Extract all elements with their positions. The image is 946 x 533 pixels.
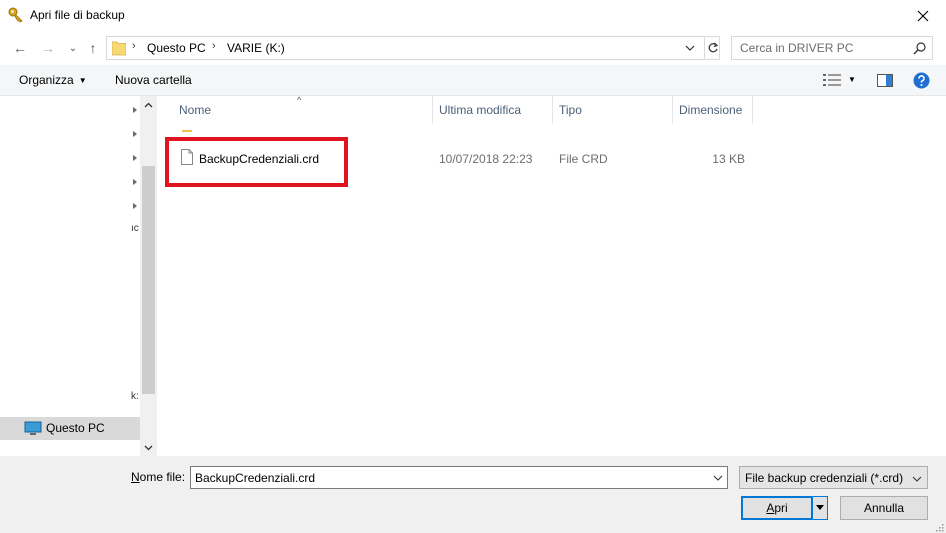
- breadcrumb-varie[interactable]: VARIE (K:): [227, 41, 285, 55]
- arrow-left-icon: ←: [13, 40, 27, 56]
- search-input[interactable]: Cerca in DRIVER PC: [731, 36, 933, 60]
- file-modified: 10/07/2018 22:23: [439, 152, 533, 166]
- filename-history-dropdown[interactable]: [713, 472, 723, 482]
- close-icon: [917, 10, 929, 21]
- navigation-scrollbar[interactable]: [140, 96, 157, 456]
- expand-arrow-icon[interactable]: [131, 151, 139, 161]
- chevron-down-icon: [713, 475, 723, 481]
- file-type: File CRD: [559, 152, 608, 166]
- cancel-button[interactable]: Annulla: [840, 496, 928, 520]
- new-folder-button[interactable]: Nuova cartella: [115, 73, 192, 87]
- change-view-button[interactable]: [823, 74, 841, 89]
- up-button[interactable]: ↑: [84, 39, 102, 57]
- nav-item-label: Questo PC: [46, 421, 105, 435]
- breadcrumb-separator: ›: [132, 40, 136, 52]
- address-history-dropdown[interactable]: [683, 41, 697, 55]
- nav-item-clipped[interactable]: k:: [131, 391, 139, 402]
- breadcrumb-separator: ›: [212, 40, 216, 52]
- file-type-filter-value: File backup credenziali (*.crd): [745, 471, 904, 485]
- open-options-dropdown[interactable]: [813, 497, 827, 519]
- folder-icon: [111, 40, 127, 56]
- recent-locations-button[interactable]: ⌄: [64, 39, 82, 57]
- nav-item-questo-pc[interactable]: Questo PC: [0, 417, 140, 440]
- expand-arrow-icon[interactable]: [131, 175, 139, 185]
- nav-item-clipped[interactable]: ıc: [131, 223, 139, 234]
- open-label: pri: [774, 501, 788, 515]
- resize-grip-icon[interactable]: [934, 521, 944, 532]
- open-button[interactable]: Apri: [742, 497, 813, 519]
- open-button-group: Apri: [741, 496, 828, 520]
- column-header-type[interactable]: Tipo: [553, 96, 673, 124]
- navigation-pane: ıc k: Questo PC: [0, 96, 140, 456]
- arrow-right-icon: →: [41, 40, 55, 56]
- preview-pane-button[interactable]: [877, 74, 893, 90]
- title-bar: Apri file di backup: [0, 0, 946, 31]
- filename-value: BackupCredenziali.crd: [195, 471, 316, 485]
- help-icon: [913, 72, 930, 89]
- expand-arrow-icon[interactable]: [131, 127, 139, 137]
- arrow-up-icon: ↑: [89, 40, 97, 56]
- computer-icon: [24, 421, 42, 436]
- chevron-down-icon: [144, 445, 153, 450]
- expand-arrow-icon[interactable]: [131, 103, 139, 113]
- search-icon: [913, 42, 926, 55]
- forward-button[interactable]: →: [39, 39, 57, 57]
- close-button[interactable]: [900, 0, 946, 31]
- column-header-modified[interactable]: Ultima modifica: [433, 96, 553, 124]
- filename-label-accesskey: N: [131, 470, 140, 484]
- preview-pane-icon: [877, 74, 893, 87]
- scroll-down-button[interactable]: [140, 439, 157, 456]
- filename-input[interactable]: BackupCredenziali.crd: [190, 466, 728, 489]
- folder-row-fragment: [182, 130, 192, 132]
- filename-label: Nome file:: [131, 470, 185, 484]
- filename-label-text: ome file:: [139, 470, 186, 484]
- open-accesskey: A: [766, 501, 775, 515]
- expand-arrow-icon[interactable]: [131, 199, 139, 209]
- column-header-size[interactable]: Dimensione: [673, 96, 753, 124]
- command-bar: Organizza ▼ Nuova cartella ▼: [0, 65, 946, 96]
- chevron-up-icon: [144, 102, 153, 107]
- chevron-down-icon: [912, 473, 922, 483]
- chevron-down-icon: ⌄: [68, 42, 78, 54]
- caret-down-icon: ▼: [78, 76, 87, 85]
- help-button[interactable]: [913, 72, 930, 92]
- scroll-up-button[interactable]: [140, 96, 157, 113]
- file-list: ^ Nome Ultima modifica Tipo Dimensione B…: [158, 95, 946, 456]
- column-header-name[interactable]: Nome: [173, 96, 433, 124]
- scroll-thumb[interactable]: [142, 166, 155, 394]
- address-bar[interactable]: › Questo PC › VARIE (K:): [106, 36, 720, 60]
- back-button[interactable]: ←: [11, 39, 29, 57]
- organize-label: Organizza: [19, 73, 74, 87]
- chevron-down-icon: [685, 45, 695, 51]
- breadcrumb-questo-pc[interactable]: Questo PC: [147, 41, 206, 55]
- window-title: Apri file di backup: [30, 8, 125, 22]
- refresh-icon: [708, 42, 718, 53]
- view-options-caret[interactable]: ▼: [848, 75, 856, 84]
- organize-menu[interactable]: Organizza ▼: [19, 73, 87, 87]
- highlight-annotation-box: [165, 137, 348, 187]
- refresh-button[interactable]: [704, 37, 720, 59]
- search-placeholder: Cerca in DRIVER PC: [740, 41, 854, 55]
- view-details-icon: [823, 74, 841, 86]
- file-type-filter[interactable]: File backup credenziali (*.crd): [739, 466, 928, 489]
- caret-down-icon: [816, 505, 824, 510]
- key-icon: [8, 7, 24, 23]
- file-size: 13 KB: [712, 152, 745, 166]
- dialog-footer: Nome file: BackupCredenziali.crd File ba…: [0, 456, 946, 533]
- address-row: ← → ⌄ ↑ › Questo PC › VARIE (K:) Cerca i…: [0, 31, 946, 65]
